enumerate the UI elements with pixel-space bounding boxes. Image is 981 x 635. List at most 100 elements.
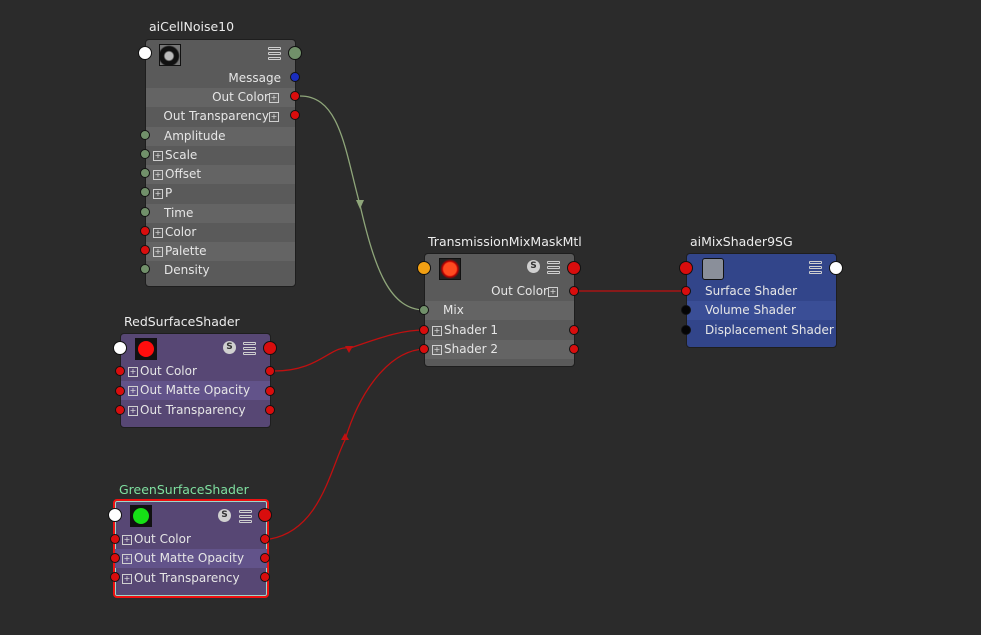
input-port-volume[interactable] bbox=[681, 305, 691, 315]
node-title-cellnoise[interactable]: aiCellNoise10 bbox=[149, 19, 234, 34]
output-port-outcolor[interactable] bbox=[290, 91, 300, 101]
attr-row[interactable]: + Out Color bbox=[115, 530, 267, 549]
attr-row[interactable]: + Out Color bbox=[121, 362, 270, 381]
swatch-toggle-icon[interactable]: S bbox=[527, 260, 540, 273]
attr-row[interactable]: + Offset bbox=[146, 165, 295, 184]
attribute-menu-icon[interactable] bbox=[239, 509, 252, 523]
attr-row[interactable]: + Shader 1 bbox=[425, 321, 574, 340]
expand-icon[interactable]: + bbox=[432, 344, 442, 355]
input-port-main[interactable] bbox=[679, 261, 693, 275]
node-title-transmission[interactable]: TransmissionMixMaskMtl bbox=[428, 234, 582, 249]
attr-row[interactable]: + Out Transparency bbox=[115, 569, 267, 588]
attr-row[interactable]: Density bbox=[146, 261, 295, 280]
attr-row[interactable]: + Out Transparency bbox=[121, 401, 270, 420]
attribute-menu-icon[interactable] bbox=[268, 46, 281, 60]
attr-row[interactable]: Message bbox=[146, 69, 295, 88]
expand-icon[interactable]: + bbox=[122, 573, 132, 584]
output-port-main[interactable] bbox=[258, 508, 272, 522]
input-port-shader2[interactable] bbox=[419, 344, 429, 354]
output-port-main[interactable] bbox=[829, 261, 843, 275]
expand-icon[interactable]: + bbox=[432, 325, 442, 336]
input-port-shader1[interactable] bbox=[419, 325, 429, 335]
green-swatch[interactable] bbox=[130, 505, 152, 527]
input-port[interactable] bbox=[110, 572, 120, 582]
output-port-main[interactable] bbox=[288, 46, 302, 60]
wire-green-to-shader2[interactable] bbox=[269, 348, 426, 540]
output-port[interactable] bbox=[265, 386, 275, 396]
attr-row[interactable]: Out Color + bbox=[146, 88, 295, 107]
input-port[interactable] bbox=[115, 405, 125, 415]
input-port-main[interactable] bbox=[113, 341, 127, 355]
output-port-outcolor[interactable] bbox=[569, 286, 579, 296]
attribute-menu-icon[interactable] bbox=[243, 341, 256, 355]
node-green[interactable]: S + Out Color + Out Matte Opacity + Out Tra… bbox=[113, 499, 269, 598]
attr-row[interactable]: + Scale bbox=[146, 146, 295, 165]
node-mixsg[interactable]: Surface Shader Volume Shader Displacemen… bbox=[686, 253, 837, 348]
output-port-outtransparency[interactable] bbox=[290, 110, 300, 120]
input-port[interactable] bbox=[140, 130, 150, 140]
input-port[interactable] bbox=[140, 226, 150, 236]
output-port-message[interactable] bbox=[290, 72, 300, 82]
node-title-mixsg[interactable]: aiMixShader9SG bbox=[690, 234, 793, 249]
expand-icon[interactable]: + bbox=[548, 286, 558, 297]
attr-row[interactable]: + Palette bbox=[146, 242, 295, 261]
input-port-main[interactable] bbox=[138, 46, 152, 60]
expand-icon[interactable]: + bbox=[122, 553, 132, 564]
input-port-displacement[interactable] bbox=[681, 325, 691, 335]
cellnoise-thumbnail[interactable] bbox=[159, 44, 181, 66]
input-port[interactable] bbox=[140, 168, 150, 178]
attribute-menu-icon[interactable] bbox=[547, 260, 560, 274]
attr-row[interactable]: Time bbox=[146, 204, 295, 223]
node-transmission[interactable]: S Out Color + Mix + Shader 1 + Shader 2 bbox=[424, 253, 575, 367]
input-port-surface[interactable] bbox=[681, 286, 691, 296]
node-cellnoise[interactable]: Message Out Color + Out Transparency + Amp… bbox=[145, 39, 296, 287]
input-port[interactable] bbox=[140, 245, 150, 255]
output-port[interactable] bbox=[265, 405, 275, 415]
output-port-outcolor[interactable] bbox=[260, 534, 270, 544]
shading-group-icon[interactable] bbox=[702, 258, 724, 280]
output-port-outcolor[interactable] bbox=[265, 366, 275, 376]
expand-icon[interactable]: + bbox=[128, 405, 138, 416]
attribute-menu-icon[interactable] bbox=[809, 260, 822, 274]
input-port[interactable] bbox=[140, 149, 150, 159]
output-port-main[interactable] bbox=[567, 261, 581, 275]
transmission-thumbnail[interactable] bbox=[439, 258, 461, 280]
output-port[interactable] bbox=[260, 572, 270, 582]
attr-row[interactable]: Surface Shader bbox=[687, 282, 836, 301]
output-port[interactable] bbox=[569, 325, 579, 335]
input-port-main[interactable] bbox=[108, 508, 122, 522]
attr-row[interactable]: Mix bbox=[425, 301, 574, 320]
attr-row[interactable]: Out Transparency + bbox=[146, 107, 295, 126]
attr-row[interactable]: Displacement Shader bbox=[687, 321, 836, 340]
swatch-toggle-icon[interactable]: S bbox=[223, 341, 236, 354]
expand-icon[interactable]: + bbox=[269, 92, 279, 103]
input-port[interactable] bbox=[115, 366, 125, 376]
input-port[interactable] bbox=[110, 553, 120, 563]
input-port-main[interactable] bbox=[417, 261, 431, 275]
output-port-main[interactable] bbox=[263, 341, 277, 355]
input-port[interactable] bbox=[110, 534, 120, 544]
expand-icon[interactable]: + bbox=[153, 246, 163, 257]
node-title-green[interactable]: GreenSurfaceShader bbox=[119, 482, 249, 497]
input-port[interactable] bbox=[140, 207, 150, 217]
attr-row[interactable]: + Out Matte Opacity bbox=[115, 549, 267, 568]
output-port[interactable] bbox=[260, 553, 270, 563]
node-title-red[interactable]: RedSurfaceShader bbox=[124, 314, 240, 329]
input-port[interactable] bbox=[115, 386, 125, 396]
expand-icon[interactable]: + bbox=[153, 169, 163, 180]
expand-icon[interactable]: + bbox=[153, 227, 163, 238]
attr-row[interactable]: + P bbox=[146, 184, 295, 203]
attr-row[interactable]: + Shader 2 bbox=[425, 340, 574, 359]
node-red[interactable]: S + Out Color + Out Matte Opacity + Out Tra… bbox=[120, 333, 271, 428]
input-port-mix[interactable] bbox=[419, 305, 429, 315]
expand-icon[interactable]: + bbox=[153, 188, 163, 199]
expand-icon[interactable]: + bbox=[153, 150, 163, 161]
red-swatch[interactable] bbox=[135, 338, 157, 360]
input-port[interactable] bbox=[140, 264, 150, 274]
attr-row[interactable]: Amplitude bbox=[146, 127, 295, 146]
expand-icon[interactable]: + bbox=[269, 111, 279, 122]
expand-icon[interactable]: + bbox=[128, 366, 138, 377]
attr-row[interactable]: Out Color + bbox=[425, 282, 574, 301]
attr-row[interactable]: Volume Shader bbox=[687, 301, 836, 320]
attr-row[interactable]: + Color bbox=[146, 223, 295, 242]
